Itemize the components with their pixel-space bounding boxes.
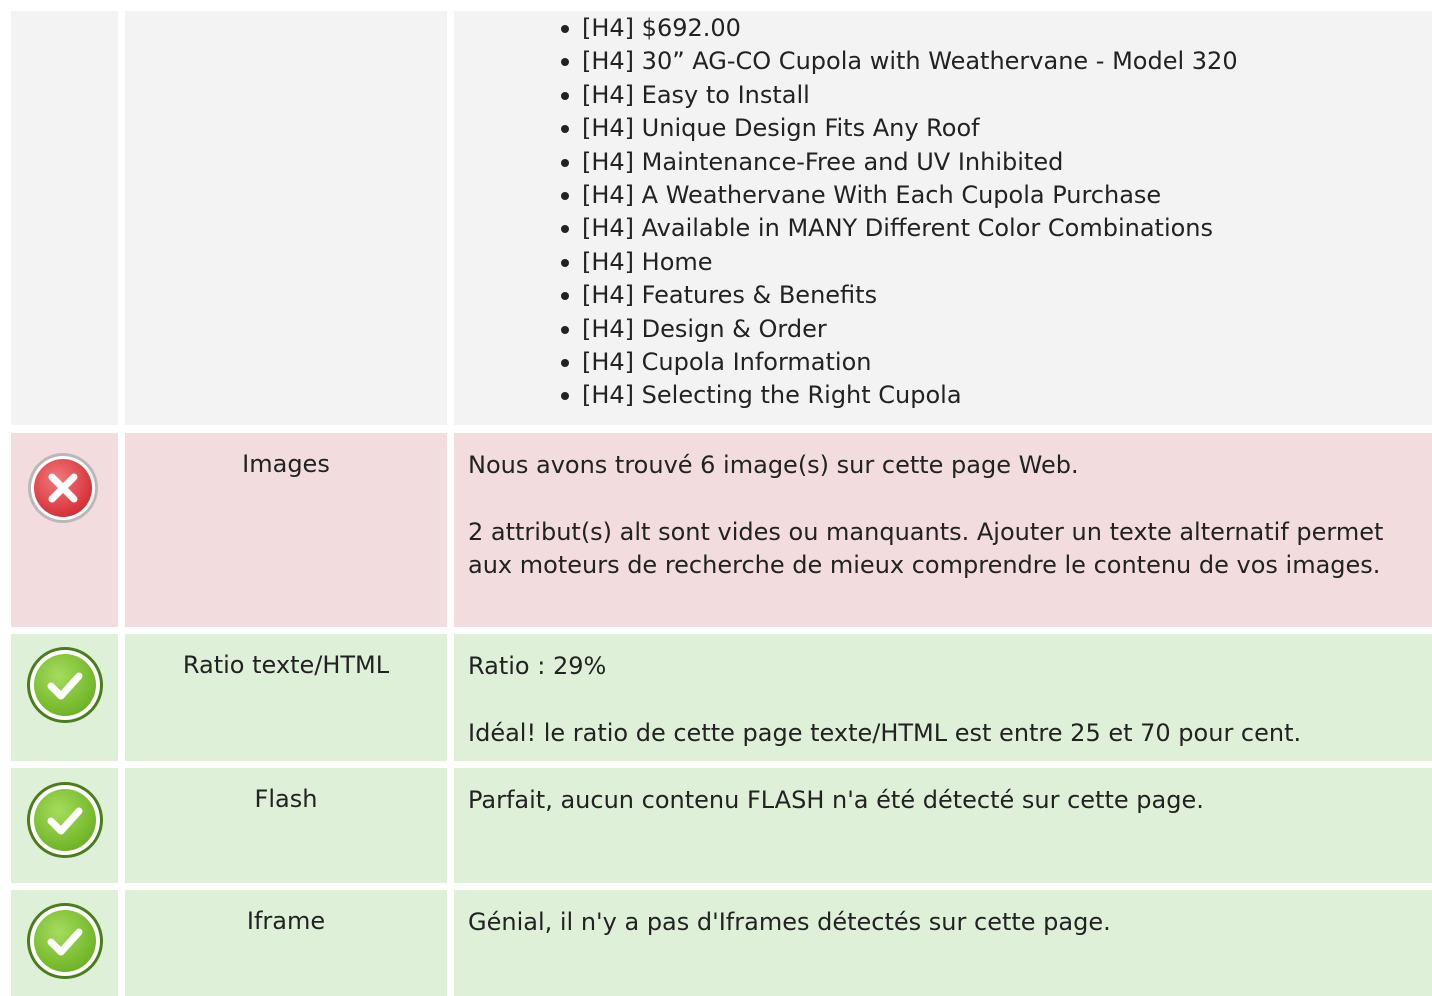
heading-list-item: [H4] A Weathervane With Each Cupola Purc… — [561, 179, 1420, 212]
check-label: Iframe — [125, 890, 447, 996]
ratio-check-row: Ratio texte/HTML Ratio : 29% Idéal! le r… — [11, 634, 1432, 761]
check-body: Nous avons trouvé 6 image(s) sur cette p… — [454, 433, 1432, 627]
heading-list-item: [H4] Easy to Install — [561, 79, 1420, 112]
heading-list-item: [H4] Unique Design Fits Any Roof — [561, 112, 1420, 145]
check-text: Idéal! le ratio de cette page texte/HTML… — [468, 718, 1302, 747]
flash-check-row: Flash Parfait, aucun contenu FLASH n'a é… — [11, 768, 1432, 883]
iframe-check-row: Iframe Génial, il n'y a pas d'Iframes dé… — [11, 890, 1432, 996]
error-x-icon — [26, 451, 100, 525]
headings-label-cell — [125, 11, 447, 425]
check-icon — [26, 781, 103, 858]
check-text: Nous avons trouvé 6 image(s) sur cette p… — [468, 451, 1079, 479]
heading-list-item: [H4] Selecting the Right Cupola — [561, 379, 1420, 412]
heading-list-item: [H4] Home — [561, 246, 1420, 279]
check-body: Génial, il n'y a pas d'Iframes détectés … — [454, 890, 1432, 996]
heading-list-item: [H4] Design & Order — [561, 313, 1420, 346]
heading-list: [H4] $692.00 [H4] 30” AG-CO Cupola with … — [468, 12, 1420, 413]
status-cell — [11, 433, 118, 627]
check-text: Parfait, aucun contenu FLASH n'a été dét… — [468, 786, 1204, 814]
check-label: Flash — [125, 768, 447, 883]
check-body: Ratio : 29% Idéal! le ratio de cette pag… — [454, 634, 1432, 761]
check-icon — [26, 902, 103, 979]
check-text: 2 attribut(s) alt sont vides ou manquant… — [468, 517, 1384, 580]
status-cell — [11, 634, 118, 761]
headings-body-cell: [H4] $692.00 [H4] 30” AG-CO Cupola with … — [454, 11, 1432, 425]
check-label: Ratio texte/HTML — [125, 634, 447, 761]
status-cell — [11, 890, 118, 996]
heading-list-item: [H4] $692.00 — [561, 12, 1420, 45]
check-text: Génial, il n'y a pas d'Iframes détectés … — [468, 908, 1111, 936]
check-body: Parfait, aucun contenu FLASH n'a été dét… — [454, 768, 1432, 883]
check-text: Ratio : 29% — [468, 652, 607, 680]
heading-list-item: [H4] Cupola Information — [561, 346, 1420, 379]
images-check-row: Images Nous avons trouvé 6 image(s) sur … — [11, 433, 1432, 627]
heading-list-item: [H4] Features & Benefits — [561, 279, 1420, 312]
heading-list-item: [H4] Available in MANY Different Color C… — [561, 212, 1420, 245]
headings-icon-cell — [11, 11, 118, 425]
status-cell — [11, 768, 118, 883]
heading-list-item: [H4] 30” AG-CO Cupola with Weathervane -… — [561, 45, 1420, 78]
headings-row: [H4] $692.00 [H4] 30” AG-CO Cupola with … — [11, 11, 1432, 425]
check-label: Images — [125, 433, 447, 627]
heading-list-item: [H4] Maintenance-Free and UV Inhibited — [561, 146, 1420, 179]
check-icon — [26, 646, 103, 723]
